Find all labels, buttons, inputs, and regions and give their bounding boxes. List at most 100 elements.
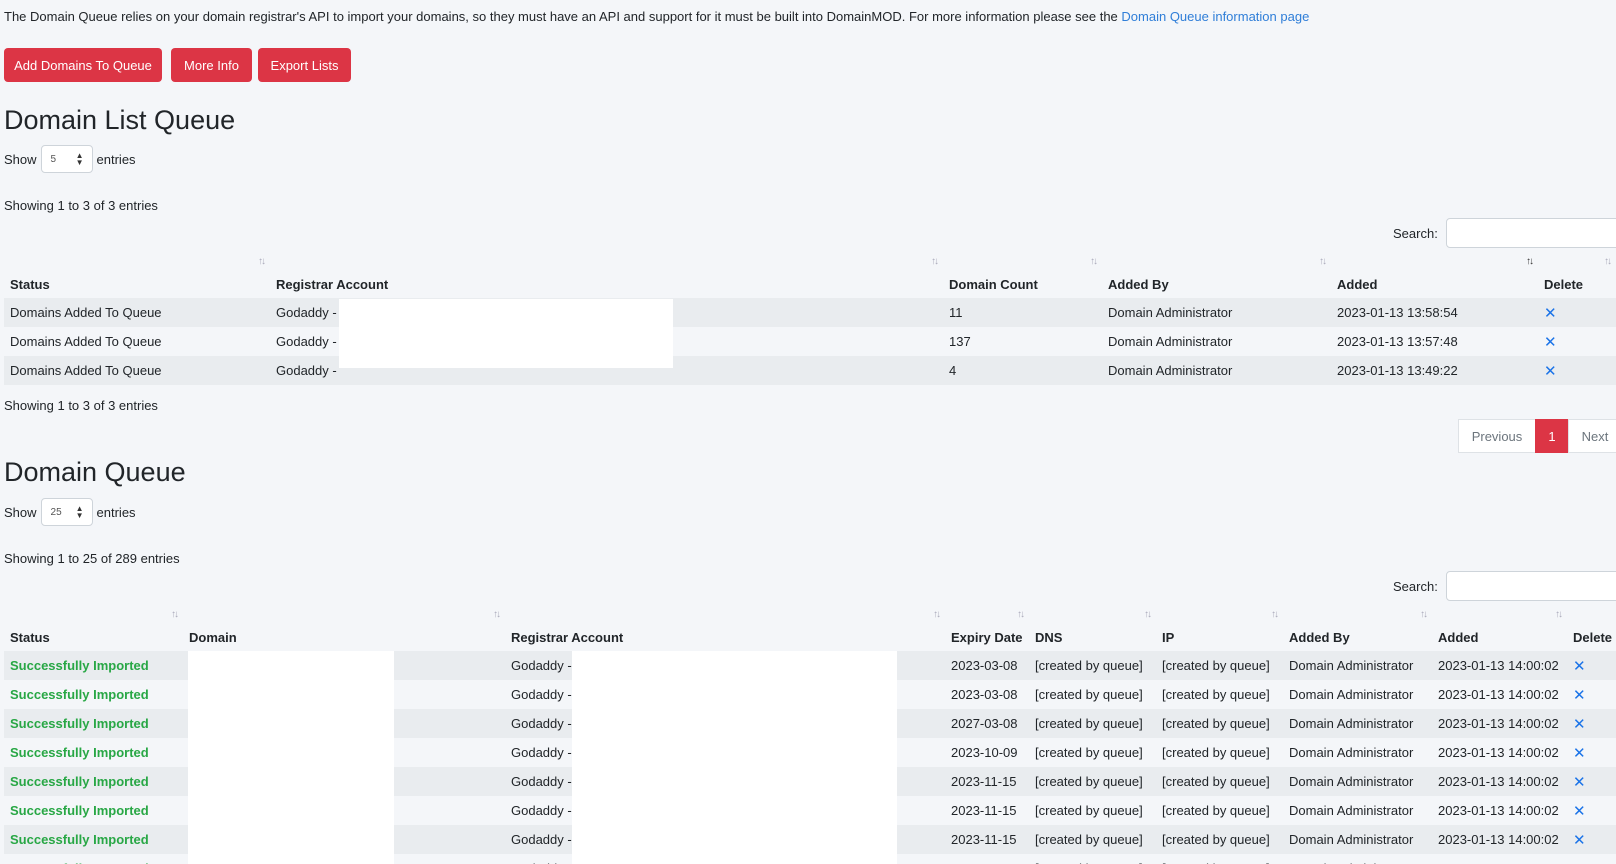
column-registrar-account[interactable]: Registrar Account ↑↓ (270, 254, 943, 298)
cell-dns: [created by queue] (1029, 680, 1156, 709)
column-expiry-date[interactable]: Expiry Date ↑↓ (945, 607, 1029, 651)
delete-icon[interactable]: ✕ (1573, 861, 1586, 864)
cell-ip: [created by queue] (1156, 854, 1283, 864)
cell-delete: ✕ (1567, 854, 1616, 864)
add-domains-to-queue-button[interactable]: Add Domains To Queue (4, 48, 162, 82)
cell-ip: [created by queue] (1156, 709, 1283, 738)
previous-page-button[interactable]: Previous (1458, 419, 1536, 453)
domain-queue-search: Search: (1393, 571, 1616, 601)
cell-delete: ✕ (1567, 738, 1616, 767)
cell-delete: ✕ (1538, 327, 1616, 356)
column-ip[interactable]: IP ↑↓ (1156, 607, 1283, 651)
cell-delete: ✕ (1567, 709, 1616, 738)
sort-icon: ↑↓ (1271, 609, 1279, 620)
intro-description: The Domain Queue relies on your domain r… (4, 9, 1122, 24)
page-1-button[interactable]: 1 (1535, 419, 1569, 453)
cell-expiry-date: 2023-03-08 (945, 680, 1029, 709)
cell-expiry-date: 2023-11-15 (945, 825, 1029, 854)
column-added[interactable]: Added ↑↓ (1432, 607, 1567, 651)
cell-added: 2023-01-13 14:00:02 (1432, 796, 1567, 825)
cell-dns: [created by queue] (1029, 796, 1156, 825)
table-header-row: Status ↑↓ Registrar Account ↑↓ Domain Coun… (4, 254, 1616, 298)
cell-dns: [created by queue] (1029, 738, 1156, 767)
cell-added: 2023-01-13 14:00:02 (1432, 651, 1567, 680)
cell-added-by: Domain Administrator (1102, 327, 1331, 356)
more-info-button[interactable]: More Info (171, 48, 252, 82)
domain-list-queue-table: Status ↑↓ Registrar Account ↑↓ Domain Coun… (4, 254, 1616, 385)
cell-delete: ✕ (1567, 680, 1616, 709)
cell-expiry-date: 2023-03-08 (945, 651, 1029, 680)
domain-queue-search-input[interactable] (1445, 571, 1616, 601)
cell-added: 2023-01-13 14:00:02 (1432, 767, 1567, 796)
next-page-button[interactable]: Next (1568, 419, 1616, 453)
list-queue-search: Search: (1393, 218, 1616, 248)
delete-icon[interactable]: ✕ (1573, 745, 1586, 762)
cell-expiry-date: 2023-10-09 (945, 738, 1029, 767)
cell-added-by: Domain Administrator (1283, 680, 1432, 709)
redacted-area (572, 651, 897, 864)
cell-domain-count: 4 (943, 356, 1102, 385)
sort-icon: ↑↓ (1144, 609, 1152, 620)
sort-icon: ↑↓ (1319, 256, 1327, 267)
page: The Domain Queue relies on your domain r… (0, 0, 1616, 864)
delete-icon[interactable]: ✕ (1544, 363, 1557, 380)
cell-status: Successfully Imported (4, 651, 183, 680)
cell-status: Successfully Imported (4, 767, 183, 796)
column-status[interactable]: Status ↑↓ (4, 607, 183, 651)
column-domain[interactable]: Domain ↑↓ (183, 607, 505, 651)
show-label: Show (4, 151, 37, 167)
redacted-area (339, 299, 673, 368)
cell-added: 2023-01-13 13:57:48 (1331, 327, 1538, 356)
cell-added: 2023-01-13 13:58:54 (1331, 298, 1538, 327)
column-delete[interactable]: Delete (1567, 607, 1616, 651)
redacted-area (188, 651, 394, 864)
entries-label: entries (96, 151, 136, 167)
column-added-by[interactable]: Added By ↑↓ (1102, 254, 1331, 298)
search-label: Search: (1393, 225, 1438, 241)
cell-delete: ✕ (1567, 767, 1616, 796)
cell-domain-count: 137 (943, 327, 1102, 356)
cell-status: Successfully Imported (4, 825, 183, 854)
cell-ip: [created by queue] (1156, 680, 1283, 709)
cell-added: 2023-01-13 14:00:02 (1432, 680, 1567, 709)
export-lists-button[interactable]: Export Lists (258, 48, 351, 82)
cell-status: Domains Added To Queue (4, 356, 270, 385)
column-delete[interactable]: Delete ↑↓ (1538, 254, 1616, 298)
column-registrar-account[interactable]: Registrar Account ↑↓ (505, 607, 945, 651)
column-added-by[interactable]: Added By ↑↓ (1283, 607, 1432, 651)
delete-icon[interactable]: ✕ (1573, 687, 1586, 704)
sort-icon: ↑↓ (931, 256, 939, 267)
domain-list-queue-title: Domain List Queue (4, 105, 236, 135)
intro-text: The Domain Queue relies on your domain r… (4, 8, 1309, 25)
list-queue-search-input[interactable] (1445, 218, 1616, 248)
table-row: Domains Added To Queue Godaddy - 137 Dom… (4, 327, 1616, 356)
domain-queue-info-top: Showing 1 to 25 of 289 entries (4, 551, 180, 566)
list-queue-length-select[interactable]: 5 ▲ ▼ (40, 145, 93, 173)
cell-ip: [created by queue] (1156, 651, 1283, 680)
delete-icon[interactable]: ✕ (1573, 716, 1586, 733)
cell-added: 2023-01-13 14:00:02 (1432, 825, 1567, 854)
column-status[interactable]: Status ↑↓ (4, 254, 270, 298)
cell-ip: [created by queue] (1156, 825, 1283, 854)
delete-icon[interactable]: ✕ (1573, 774, 1586, 791)
delete-icon[interactable]: ✕ (1573, 803, 1586, 820)
cell-dns: [created by queue] (1029, 767, 1156, 796)
domain-queue-length-control: Show 25 ▲ ▼ entries (4, 498, 136, 526)
domain-queue-info-link[interactable]: Domain Queue information page (1121, 9, 1309, 24)
cell-status: Successfully Imported (4, 738, 183, 767)
search-label: Search: (1393, 578, 1438, 594)
cell-expiry-date: 2023-11-15 (945, 796, 1029, 825)
delete-icon[interactable]: ✕ (1544, 334, 1557, 351)
cell-delete: ✕ (1567, 825, 1616, 854)
cell-domain-count: 11 (943, 298, 1102, 327)
column-added[interactable]: Added ↑↓ (1331, 254, 1538, 298)
sort-icon: ↑↓ (933, 609, 941, 620)
domain-queue-length-select[interactable]: 25 ▲ ▼ (40, 498, 93, 526)
sort-icon: ↑↓ (493, 609, 501, 620)
delete-icon[interactable]: ✕ (1573, 832, 1586, 849)
column-dns[interactable]: DNS ↑↓ (1029, 607, 1156, 651)
pagination: Previous 1 Next (1458, 419, 1616, 453)
delete-icon[interactable]: ✕ (1573, 658, 1586, 675)
delete-icon[interactable]: ✕ (1544, 305, 1557, 322)
column-domain-count[interactable]: Domain Count ↑↓ (943, 254, 1102, 298)
